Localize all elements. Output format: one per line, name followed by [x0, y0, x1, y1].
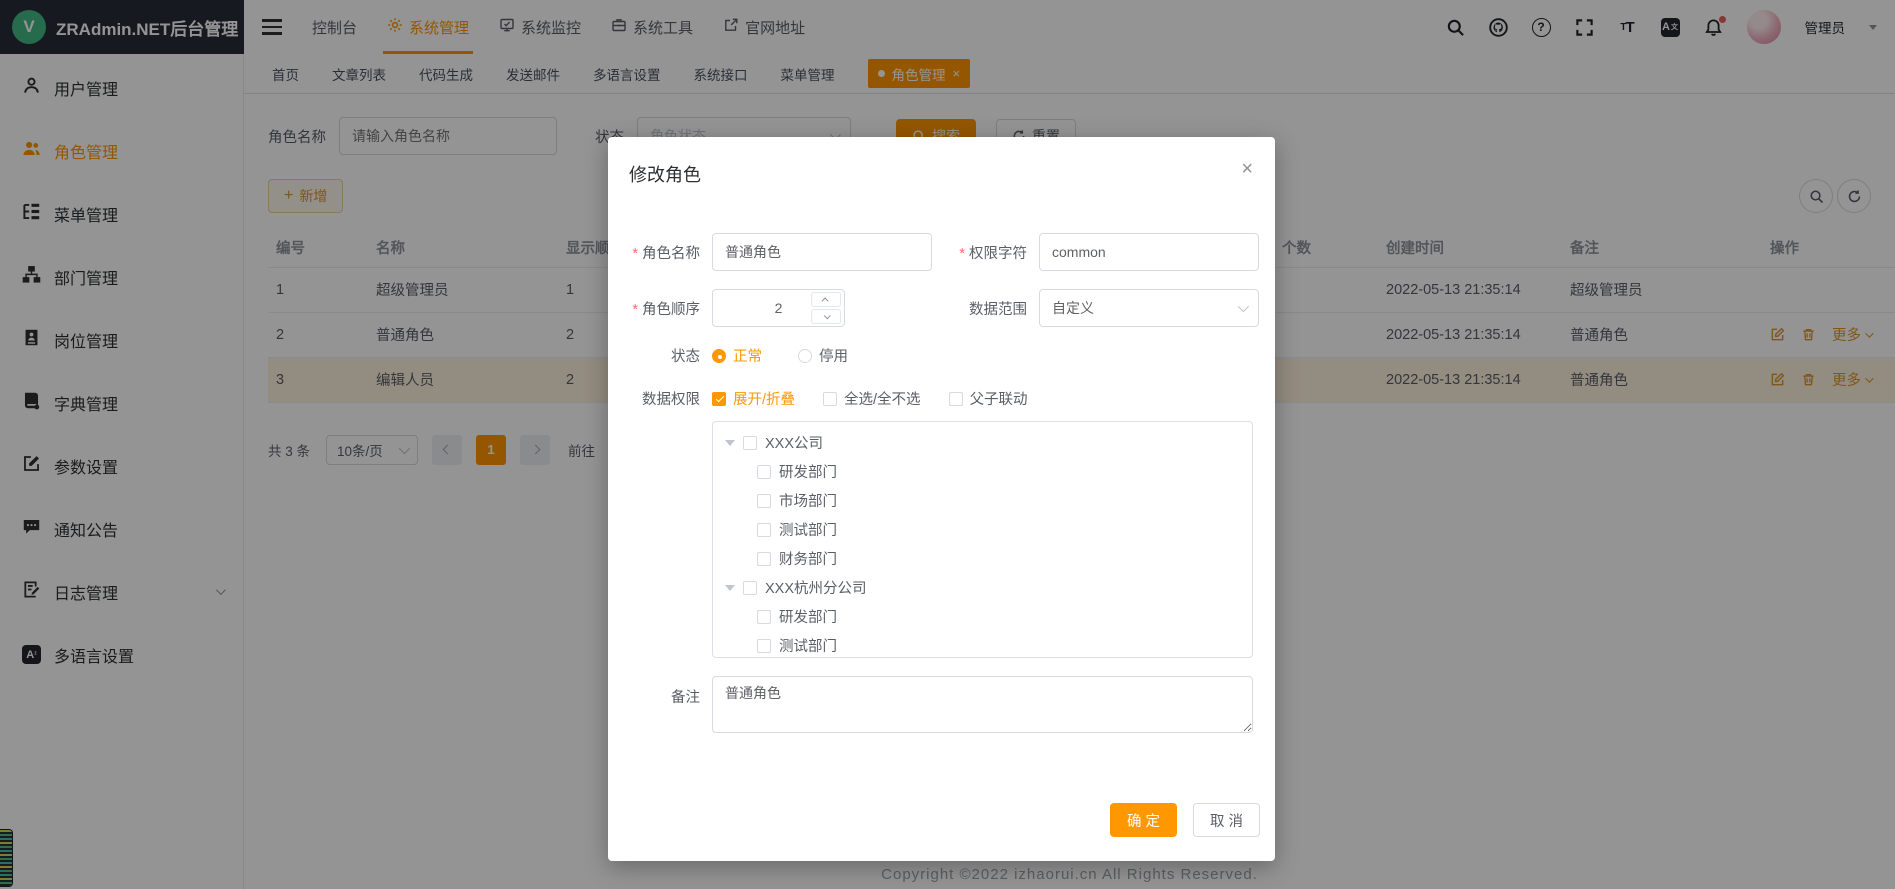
role-name-label: 角色名称	[608, 242, 700, 263]
data-scope-select[interactable]: 自定义	[1039, 289, 1259, 327]
data-scope-label: 数据范围	[935, 298, 1027, 319]
perm-string-label: 权限字符	[935, 242, 1027, 263]
checkbox-icon[interactable]	[757, 610, 771, 624]
data-perm-label: 数据权限	[608, 388, 700, 409]
checkbox-icon[interactable]	[757, 552, 771, 566]
radio-checked-icon	[712, 349, 726, 363]
cancel-button[interactable]: 取 消	[1193, 803, 1260, 837]
confirm-button[interactable]: 确 定	[1110, 803, 1177, 837]
dialog-title: 修改角色	[629, 161, 701, 187]
checkbox-icon	[823, 392, 837, 406]
perm-string-field[interactable]	[1039, 233, 1259, 271]
role-name-field[interactable]	[712, 233, 932, 271]
radio-status-disabled[interactable]: 停用	[798, 345, 848, 366]
decrement-button[interactable]	[811, 309, 841, 324]
tree-node-dept[interactable]: 财务部门	[713, 544, 1252, 573]
checkbox-parent-child-link[interactable]: 父子联动	[949, 388, 1028, 409]
remark-label: 备注	[608, 686, 700, 733]
tree-node-dept[interactable]: 市场部门	[713, 486, 1252, 515]
checkbox-icon	[949, 392, 963, 406]
tree-node-branch[interactable]: XXX杭州分公司	[713, 573, 1252, 602]
tree-expand-caret-icon[interactable]	[725, 585, 735, 591]
checkbox-icon[interactable]	[757, 639, 771, 653]
radio-status-normal[interactable]: 正常	[712, 345, 762, 366]
increment-button[interactable]	[811, 292, 841, 307]
edit-role-dialog: 修改角色 × 角色名称 权限字符 角色顺序 2	[608, 137, 1275, 861]
role-order-stepper[interactable]: 2	[712, 289, 845, 327]
tree-node-dept[interactable]: 研发部门	[713, 457, 1252, 486]
remark-textarea[interactable]: 普通角色	[712, 676, 1253, 733]
checkbox-expand-collapse[interactable]: 展开/折叠	[712, 388, 795, 409]
status-label: 状态	[608, 345, 700, 366]
checkbox-select-all[interactable]: 全选/全不选	[823, 388, 921, 409]
tree-expand-caret-icon[interactable]	[725, 440, 735, 446]
tree-node-dept[interactable]: 研发部门	[713, 602, 1252, 631]
tree-node-dept[interactable]: 测试部门	[713, 631, 1252, 658]
role-order-label: 角色顺序	[608, 298, 700, 319]
close-dialog-icon[interactable]: ×	[1235, 161, 1259, 177]
tree-node-dept[interactable]: 测试部门	[713, 515, 1252, 544]
checkbox-icon[interactable]	[757, 465, 771, 479]
department-tree: XXX公司 研发部门 市场部门 测试部门 财务部门 XXX杭州分公司	[712, 421, 1253, 658]
checkbox-icon[interactable]	[743, 581, 757, 595]
tree-node-company[interactable]: XXX公司	[713, 428, 1252, 457]
checkbox-icon[interactable]	[757, 494, 771, 508]
radio-icon	[798, 349, 812, 363]
checkbox-checked-icon	[712, 392, 726, 406]
checkbox-icon[interactable]	[743, 436, 757, 450]
checkbox-icon[interactable]	[757, 523, 771, 537]
chevron-down-icon	[1238, 301, 1249, 312]
